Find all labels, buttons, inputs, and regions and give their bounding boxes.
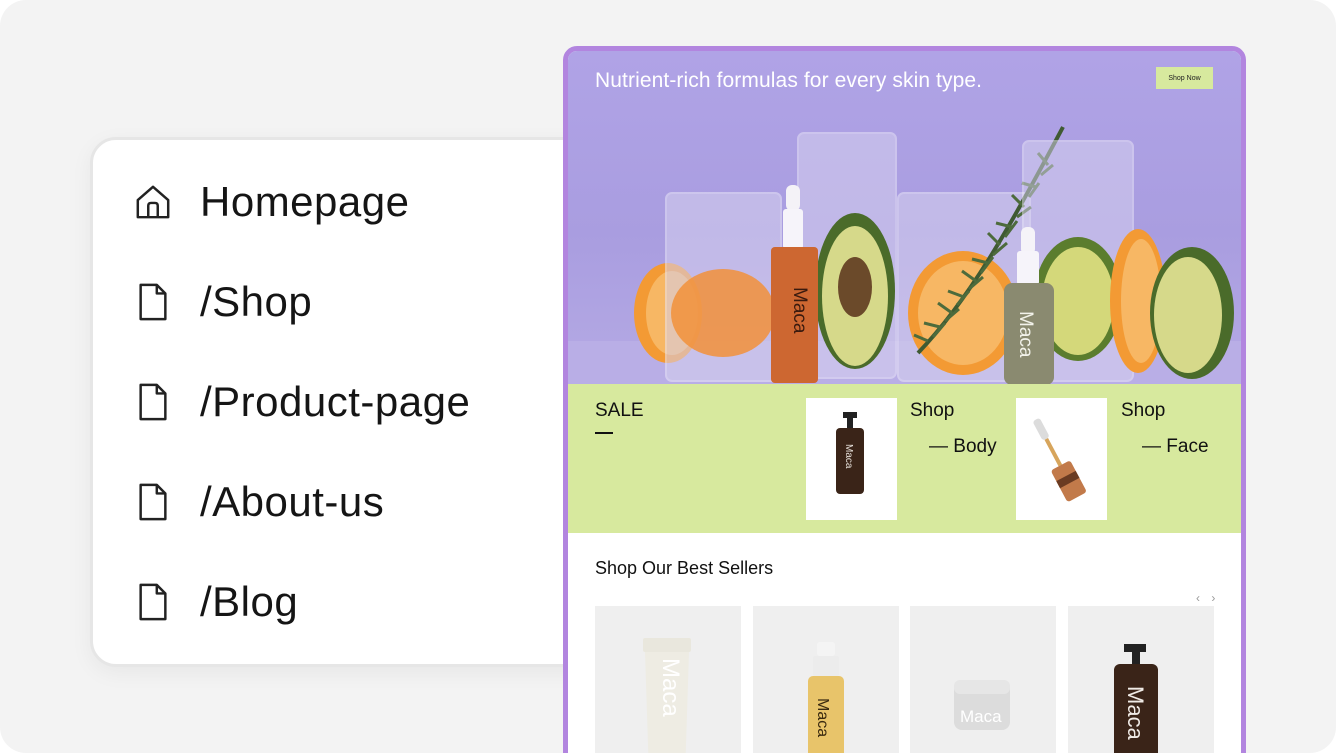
svg-text:Maca: Maca xyxy=(843,444,854,469)
file-icon xyxy=(133,380,173,424)
sale-label: SALE xyxy=(595,400,644,421)
canvas-background: Homepage /Shop /Product-page /About-us /… xyxy=(0,0,1336,753)
page-item-label: /Blog xyxy=(200,578,299,625)
page-item-blog[interactable]: /Blog xyxy=(133,572,298,632)
product-card[interactable]: Maca xyxy=(595,606,741,753)
shop-now-button[interactable]: Shop Now xyxy=(1156,67,1213,89)
page-item-homepage[interactable]: Homepage xyxy=(133,172,409,232)
sale-dash xyxy=(595,432,613,434)
product-brand-text: Maca xyxy=(814,698,831,737)
product-brand-text: Maca xyxy=(657,658,684,717)
bottle-brand-text: Maca xyxy=(1015,311,1036,358)
file-icon xyxy=(133,580,173,624)
pump-bottle-image: Maca xyxy=(1114,644,1158,753)
pump-bottle-image: Maca xyxy=(836,412,864,494)
category-sub-face[interactable]: — Face xyxy=(1142,436,1209,458)
product-brand-text: Maca xyxy=(1123,686,1148,741)
product-card[interactable]: Maca xyxy=(753,606,899,753)
bottle-brand-text: Maca xyxy=(789,287,810,334)
page-item-label: /Product-page xyxy=(200,378,471,425)
file-icon xyxy=(133,480,173,524)
sale-section: SALE Maca Shop — Body Shop — Face xyxy=(568,384,1241,533)
hero-product-image: Maca Maca xyxy=(634,126,1234,384)
website-preview: Maca Maca Nutrient-rich formulas for eve… xyxy=(563,46,1246,753)
category-thumbnail-body[interactable]: Maca xyxy=(806,398,897,520)
page-item-label: /Shop xyxy=(200,278,313,325)
category-title-body[interactable]: Shop xyxy=(910,400,954,422)
spray-bottle-image: Maca xyxy=(808,642,844,753)
category-thumbnail-face[interactable] xyxy=(1016,398,1107,520)
hero-headline: Nutrient-rich formulas for every skin ty… xyxy=(595,69,983,92)
page-item-about-us[interactable]: /About-us xyxy=(133,472,384,532)
page-item-label: /About-us xyxy=(200,478,385,525)
product-card[interactable]: Maca xyxy=(1068,606,1214,753)
page-item-product-page[interactable]: /Product-page xyxy=(133,372,470,432)
jar-product-image: Maca xyxy=(954,680,1010,730)
category-sub-body[interactable]: — Body xyxy=(929,436,997,458)
file-icon xyxy=(133,280,173,324)
tube-product-image: Maca xyxy=(643,638,691,753)
product-card[interactable]: Maca xyxy=(910,606,1056,753)
hero-banner: Maca Maca Nutrient-rich formulas for eve… xyxy=(568,51,1241,384)
page-item-shop[interactable]: /Shop xyxy=(133,272,312,332)
category-title-face[interactable]: Shop xyxy=(1121,400,1165,422)
product-brand-text: Maca xyxy=(960,707,1002,726)
best-sellers-title: Shop Our Best Sellers xyxy=(595,558,774,578)
carousel-arrows[interactable]: ‹ › xyxy=(1196,591,1219,605)
page-item-label: Homepage xyxy=(200,178,410,225)
pages-panel: Homepage /Shop /Product-page /About-us /… xyxy=(90,137,610,667)
home-icon xyxy=(133,180,173,224)
dropper-bottle-image xyxy=(1033,418,1086,502)
